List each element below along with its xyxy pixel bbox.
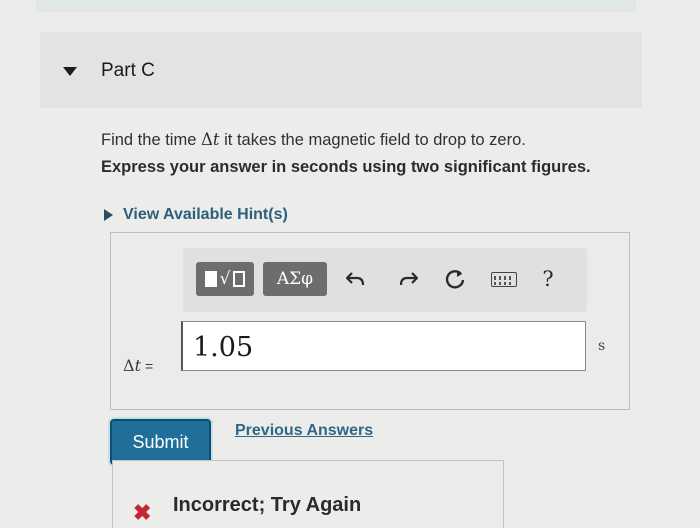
label-t: t xyxy=(134,356,141,375)
reset-icon[interactable] xyxy=(442,266,468,292)
label-delta: Δ xyxy=(123,356,135,375)
x-icon: ✖ xyxy=(133,500,152,525)
undo-icon[interactable] xyxy=(343,266,369,292)
label-equals: = xyxy=(145,358,154,374)
caret-right-icon xyxy=(104,209,113,221)
empty-square-icon xyxy=(233,271,246,287)
filled-square-icon xyxy=(204,271,217,287)
question-suffix: it takes the magnetic field to drop to z… xyxy=(219,131,526,149)
help-button[interactable]: ? xyxy=(535,266,561,292)
delta-symbol: Δ xyxy=(200,130,213,149)
question-prefix: Find the time xyxy=(101,131,201,149)
feedback-text: Incorrect; Try Again xyxy=(173,494,362,516)
hint-label: View Available Hint(s) xyxy=(123,206,288,223)
question-variable: Δt xyxy=(201,130,220,149)
caret-down-icon[interactable] xyxy=(63,67,77,76)
answer-variable-label: Δt = xyxy=(123,356,153,375)
unit-label: s xyxy=(598,338,606,354)
greek-symbols-button[interactable]: ΑΣφ xyxy=(263,262,327,296)
keyboard-icon[interactable] xyxy=(489,266,519,292)
redo-icon[interactable] xyxy=(395,266,421,292)
math-toolbar: √ ΑΣφ ? xyxy=(183,248,587,312)
top-banner-strip xyxy=(36,0,636,12)
view-hints-link[interactable]: View Available Hint(s) xyxy=(104,206,288,224)
templates-button[interactable]: √ xyxy=(196,262,254,296)
instruction-text: Express your answer in seconds using two… xyxy=(101,158,591,176)
part-title: Part C xyxy=(101,60,155,81)
variable-t: t xyxy=(212,130,220,149)
answer-input[interactable]: 1.05 xyxy=(181,321,586,371)
radical-icon: √ xyxy=(219,268,231,289)
question-text: Find the time Δt it takes the magnetic f… xyxy=(101,130,526,150)
previous-answers-link[interactable]: Previous Answers xyxy=(235,422,373,440)
submit-button[interactable]: Submit xyxy=(110,419,211,465)
